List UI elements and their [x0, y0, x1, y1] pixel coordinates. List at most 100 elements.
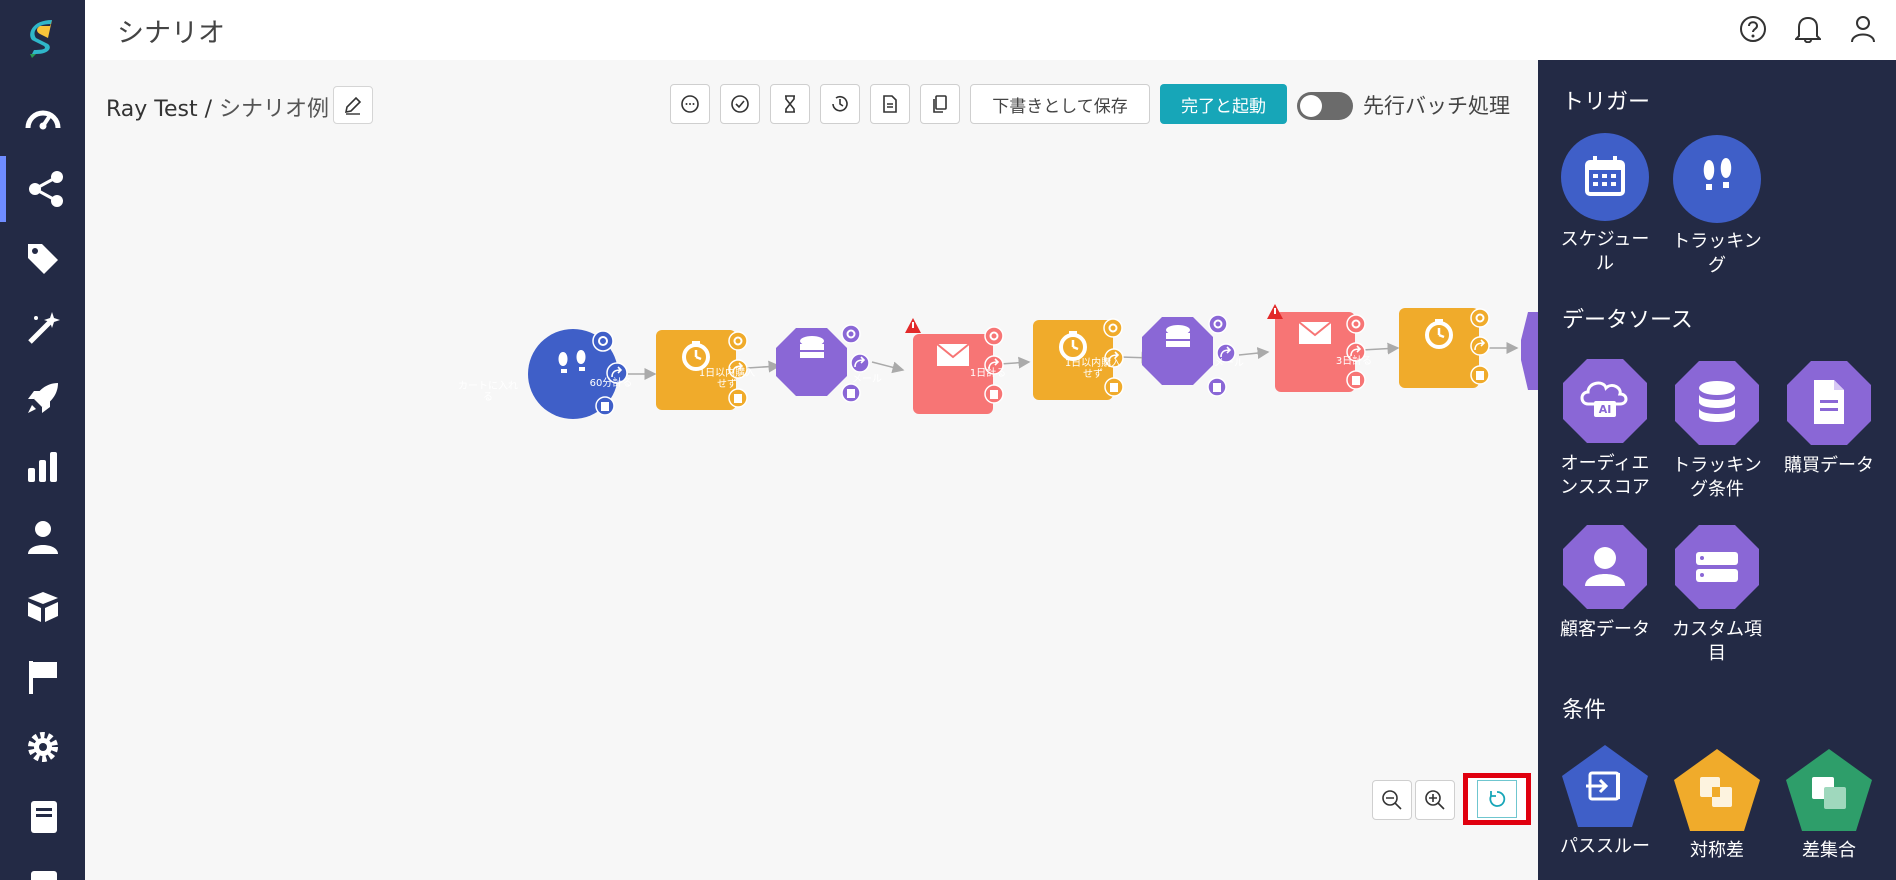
account-icon[interactable] [1845, 11, 1881, 47]
palette-item-label: スケジュール [1560, 229, 1650, 274]
node-settings-gear-icon[interactable] [592, 330, 614, 352]
book-icon [30, 801, 57, 833]
flow-node-mail-2[interactable] [1275, 312, 1355, 392]
node-delete-trash-icon[interactable] [595, 396, 615, 416]
nav-users[interactable] [0, 506, 85, 568]
nav-analytics[interactable] [0, 436, 85, 498]
bar-chart-icon [27, 452, 57, 482]
flow-node-label: 60分計る [589, 378, 633, 389]
left-sidebar [0, 0, 85, 880]
zoom-in-button[interactable] [1415, 780, 1455, 820]
palette-item-schedule[interactable]: スケジュール [1555, 132, 1655, 276]
flow-node-label: 1日計る [969, 368, 1007, 379]
palette-item-audience-score[interactable]: AI オーディエンススコア [1555, 356, 1655, 500]
difference-icon [1786, 749, 1872, 831]
node-delete-trash-icon[interactable] [1104, 377, 1124, 397]
node-delete-trash-icon[interactable] [984, 384, 1004, 404]
page-title: シナリオ [117, 18, 225, 49]
palette-item-label: カスタム項目 [1672, 619, 1762, 664]
app-logo-icon[interactable] [26, 20, 60, 58]
palette-item-label: 購買データ [1784, 455, 1874, 476]
flow-node-timer-3d[interactable] [1399, 308, 1479, 388]
warning-triangle-icon [1267, 304, 1283, 319]
nav-scenario[interactable] [0, 156, 85, 222]
scenario-canvas[interactable]: Ray Test / シナリオ例 下書きとして保存 完了と起動 先行バッチ処理 [85, 60, 1538, 880]
flow-node-label: メール [1214, 358, 1244, 369]
node-connect-arrow-icon[interactable] [1470, 336, 1490, 356]
palette-item-symmetric-difference[interactable]: 対称差 [1667, 747, 1767, 863]
nav-launch[interactable] [0, 367, 85, 429]
person-icon [1563, 525, 1647, 609]
flow-node-label: 3日計る [1335, 356, 1373, 367]
top-header: シナリオ [85, 0, 1896, 60]
palette-item-passthrough[interactable]: パススルー [1555, 743, 1655, 859]
bell-icon[interactable] [1790, 11, 1826, 47]
scenario-flow [528, 304, 1538, 419]
scenario-share-icon [28, 171, 63, 207]
palette-item-tracking[interactable]: トラッキング [1667, 134, 1767, 278]
nav-magic[interactable] [0, 298, 85, 360]
node-connect-arrow-icon[interactable] [850, 353, 870, 373]
warning-triangle-icon [905, 318, 921, 333]
palette-item-label: 顧客データ [1560, 619, 1650, 640]
nav-settings[interactable] [0, 716, 85, 778]
flow-node-partial[interactable] [1521, 312, 1538, 390]
node-delete-trash-icon[interactable] [841, 383, 861, 403]
nav-dashboard[interactable] [0, 88, 85, 150]
zoom-out-button[interactable] [1372, 780, 1412, 820]
node-settings-gear-icon[interactable] [728, 331, 748, 351]
flow-node-label: 1日以内購入せず [698, 368, 756, 390]
node-settings-gear-icon[interactable] [1346, 314, 1366, 334]
gear-icon [27, 732, 58, 762]
node-palette: トリガー スケジュール トラッキング データソース AI オーディエンススコア … [1538, 60, 1896, 880]
flow-node-data-2[interactable] [1142, 317, 1213, 385]
section-title-triggers: トリガー [1562, 90, 1651, 115]
box-icon [27, 592, 58, 622]
section-title-conditions: 条件 [1562, 698, 1607, 723]
reset-view-highlight [1463, 773, 1531, 825]
ai-cloud-icon: AI [1563, 359, 1647, 443]
node-delete-trash-icon[interactable] [1470, 365, 1490, 385]
rocket-icon [27, 383, 58, 413]
palette-item-label: 対称差 [1690, 840, 1744, 861]
help-icon[interactable] [1735, 11, 1771, 47]
svg-text:AI: AI [1599, 403, 1612, 416]
nav-tags[interactable] [0, 228, 85, 290]
nav-boxes[interactable] [0, 576, 85, 638]
passthrough-icon [1562, 745, 1648, 827]
node-settings-gear-icon[interactable] [841, 324, 861, 344]
node-settings-gear-icon[interactable] [1470, 308, 1490, 328]
nav-flag[interactable] [0, 646, 85, 708]
node-delete-trash-icon[interactable] [1207, 377, 1227, 397]
palette-item-label: 差集合 [1802, 840, 1856, 861]
node-delete-trash-icon[interactable] [728, 388, 748, 408]
flow-node-label: カートに入れる [458, 381, 518, 403]
calendar-icon [1561, 133, 1649, 221]
node-delete-trash-icon[interactable] [1346, 370, 1366, 390]
node-settings-gear-icon[interactable] [984, 326, 1004, 346]
palette-item-label: トラッキング条件 [1672, 455, 1762, 500]
palette-item-customer-data[interactable]: 顧客データ [1555, 522, 1655, 642]
node-settings-gear-icon[interactable] [1103, 318, 1123, 338]
section-title-datasources: データソース [1562, 308, 1693, 333]
tag-icon [27, 244, 58, 274]
reset-view-button[interactable] [1477, 780, 1517, 818]
refresh-icon [1489, 791, 1506, 807]
server-icon [1675, 525, 1759, 609]
nav-docs[interactable] [0, 786, 85, 848]
palette-item-label: パススルー [1560, 836, 1650, 857]
palette-item-tracking-condition[interactable]: トラッキング条件 [1667, 358, 1767, 502]
dashboard-gauge-icon [25, 110, 60, 130]
palette-item-purchase-data[interactable]: 購買データ [1779, 358, 1879, 478]
flow-node-data-1[interactable] [776, 328, 847, 396]
palette-item-difference[interactable]: 差集合 [1779, 747, 1879, 863]
more-icon [30, 871, 57, 880]
flow-node-label: 1日以内購入せず [1064, 358, 1122, 380]
node-settings-gear-icon[interactable] [1208, 314, 1228, 334]
palette-item-custom-field[interactable]: カスタム項目 [1667, 522, 1767, 666]
symmetric-diff-icon [1674, 749, 1760, 831]
zoom-out-icon [1382, 790, 1402, 810]
document-icon [1787, 361, 1871, 445]
nav-more[interactable] [0, 855, 85, 880]
magic-wand-icon [27, 312, 60, 344]
